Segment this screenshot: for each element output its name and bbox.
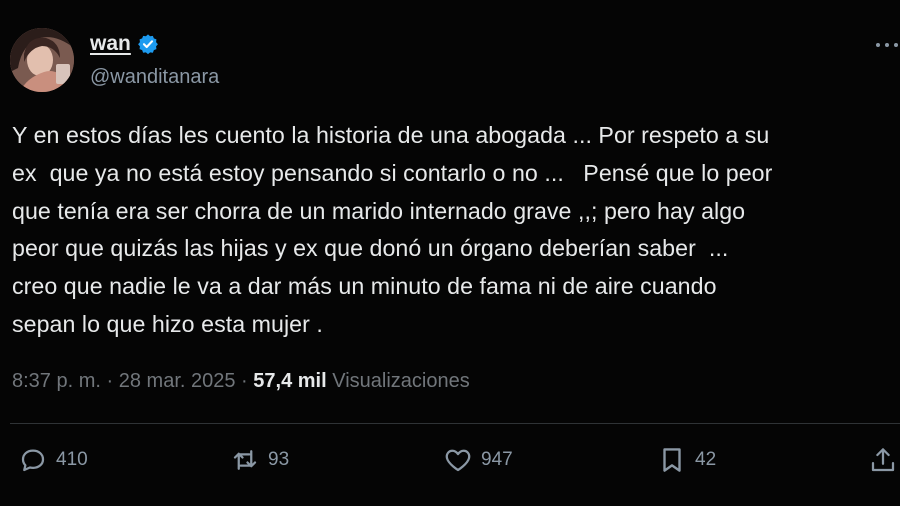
tweet-text-line: peor que quizás las hijas y ex que donó …: [12, 235, 729, 262]
tweet-date[interactable]: 28 mar. 2025: [119, 370, 236, 392]
divider: [10, 423, 900, 424]
share-icon: [871, 448, 895, 472]
meta-separator: ·: [241, 370, 248, 392]
meta-separator: ·: [106, 370, 114, 392]
tweet-text-line: sepan lo que hizo esta mujer .: [12, 310, 323, 337]
avatar-image: [10, 28, 74, 92]
more-options-icon[interactable]: [876, 38, 900, 52]
reply-button[interactable]: 410: [18, 445, 88, 475]
author-name-row[interactable]: wan: [90, 32, 159, 56]
action-bar: 410 93 947 42: [0, 445, 900, 481]
author-handle[interactable]: @wanditanara: [90, 66, 219, 89]
like-button[interactable]: 947: [443, 445, 513, 475]
reply-icon: [21, 449, 45, 472]
views-count[interactable]: 57,4 mil: [253, 370, 326, 392]
views-label: Visualizaciones: [332, 370, 470, 392]
tweet-meta: 8:37 p. m. · 28 mar. 2025 · 57,4 mil Vis…: [12, 370, 470, 393]
heart-icon: [445, 449, 471, 472]
tweet-text-line: creo que nadie le va a dar más un minuto…: [12, 273, 717, 300]
avatar[interactable]: [10, 28, 74, 92]
share-button[interactable]: [868, 445, 898, 475]
reply-count: 410: [56, 449, 88, 470]
like-count: 947: [481, 449, 513, 470]
verified-badge-icon: [137, 33, 159, 55]
tweet-card: wan @wanditanara Y en estos días les cue…: [0, 0, 900, 506]
tweet-text-line: ex que ya no está estoy pensando si cont…: [12, 159, 773, 186]
bookmark-count: 42: [695, 449, 717, 470]
tweet-time[interactable]: 8:37 p. m.: [12, 370, 101, 392]
tweet-text: Y en estos días les cuento la historia d…: [12, 117, 897, 344]
tweet-text-line: Y en estos días les cuento la historia d…: [12, 122, 770, 148]
tweet-text-line: que tenía era ser chorra de un marido in…: [12, 197, 746, 224]
repost-count: 93: [268, 449, 290, 470]
repost-icon: [233, 450, 257, 470]
bookmark-button[interactable]: 42: [657, 445, 716, 475]
repost-button[interactable]: 93: [230, 445, 289, 475]
author-display-name[interactable]: wan: [90, 32, 131, 56]
bookmark-icon: [663, 448, 681, 472]
